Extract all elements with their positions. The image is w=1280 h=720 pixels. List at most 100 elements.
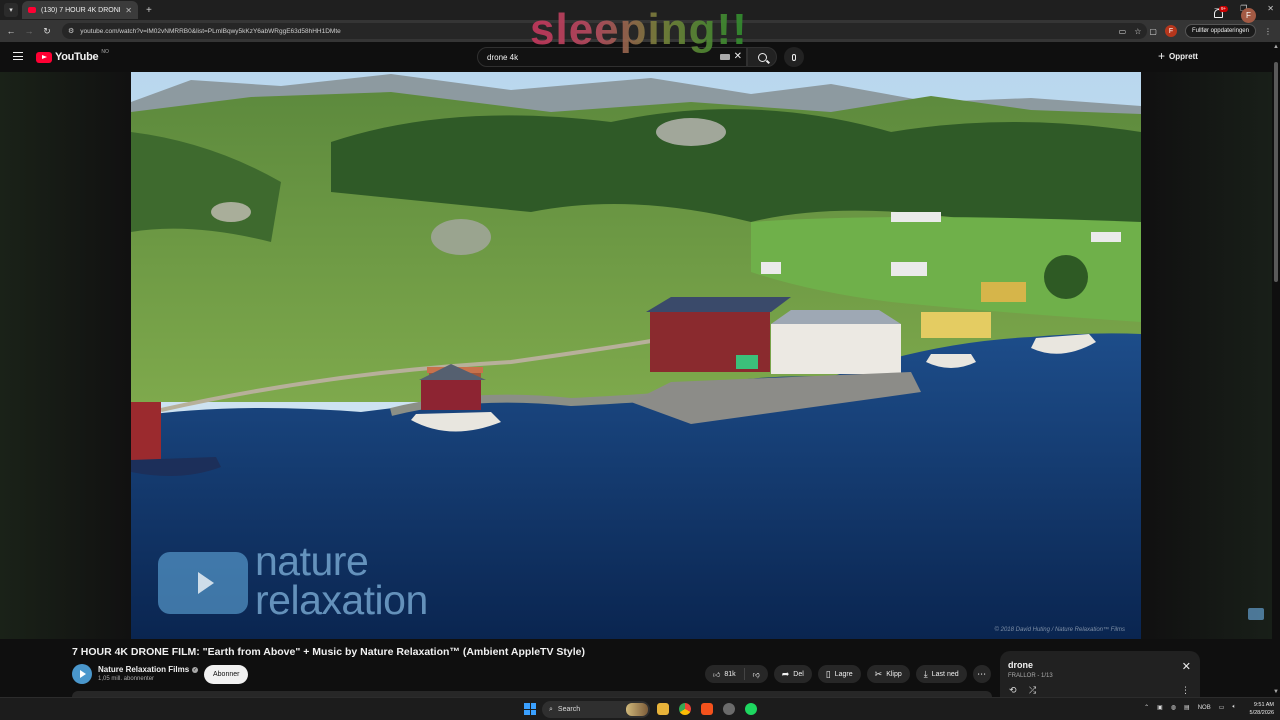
tab-title: (130) 7 HOUR 4K DRONE FILM — [41, 6, 120, 14]
save-button[interactable]: ▯ Lagre — [817, 665, 861, 683]
video-copyright: © 2018 David Huting / Nature Relaxation™… — [994, 627, 1125, 633]
download-icon: ⤓ — [923, 668, 928, 679]
watermark-line-2: relaxation — [255, 577, 428, 623]
tray-app-icon[interactable]: ▣ — [1157, 704, 1163, 711]
search-button[interactable] — [747, 47, 777, 67]
subscribe-button[interactable]: Abonner — [204, 665, 249, 684]
watermark-text: nature relaxation — [255, 538, 428, 623]
reload-icon[interactable]: ↻ — [38, 26, 56, 37]
share-label: Del — [793, 670, 804, 678]
tray-app-icon-3[interactable]: ▤ — [1184, 704, 1190, 711]
share-button[interactable]: ➦ Del — [773, 665, 812, 683]
video-player[interactable]: nature relaxation © 2018 David Huting / … — [131, 72, 1141, 639]
playlist-panel: drone FRALLOR - 1/13 ✕ ⟲ ⤮ ⋮ — [1000, 651, 1200, 697]
clip-button[interactable]: ✂ Klipp — [866, 665, 910, 683]
page-scrollbar[interactable]: ▲ ▼ — [1272, 42, 1280, 697]
youtube-logo-text: YouTube — [55, 51, 99, 63]
scrollbar-thumb[interactable] — [1274, 62, 1278, 282]
nature-relaxation-logo-icon — [158, 552, 248, 614]
bookmark-star-icon[interactable]: ☆ — [1134, 27, 1141, 36]
channel-name[interactable]: Nature Relaxation Films — [98, 665, 189, 674]
thumbs-down-icon: 👎︎ — [752, 671, 760, 679]
notification-count-badge: 9+ — [1219, 6, 1229, 12]
keyboard-icon[interactable] — [720, 54, 730, 60]
overlay-text: sleeping!! — [530, 5, 748, 54]
site-info-icon[interactable]: ⚙ — [68, 27, 74, 35]
more-actions-button[interactable]: ⋯ — [972, 665, 991, 683]
channel-avatar[interactable] — [72, 664, 92, 684]
youtube-logo[interactable]: YouTube NO — [36, 49, 109, 63]
scroll-up-icon[interactable]: ▲ — [1273, 44, 1279, 50]
account-avatar[interactable]: F — [1241, 8, 1256, 23]
browser-profile-icon[interactable]: F — [1164, 25, 1177, 37]
chrome-icon[interactable] — [679, 703, 691, 715]
brave-icon[interactable] — [701, 703, 713, 715]
loop-icon[interactable]: ⟲ — [1009, 685, 1017, 696]
voice-search-button[interactable] — [784, 47, 804, 67]
verified-check-icon: ✓ — [192, 666, 199, 673]
network-icon[interactable]: ▭ — [1219, 704, 1225, 711]
volume-icon[interactable]: 🔈︎ — [1232, 704, 1236, 711]
update-browser-button[interactable]: Fullfør oppdateringen — [1184, 24, 1256, 38]
create-button[interactable]: + Opprett — [1158, 49, 1198, 63]
channel-name-row[interactable]: Nature Relaxation Films ✓ — [98, 665, 199, 674]
search-query: drone 4k — [487, 52, 519, 62]
search-highlight-icon — [626, 703, 648, 716]
taskbar-search[interactable]: ⌕ Search — [542, 701, 650, 718]
create-label: Opprett — [1169, 51, 1198, 61]
windows-start-icon[interactable] — [524, 703, 536, 715]
watermark-line-1: nature — [255, 538, 369, 584]
file-explorer-icon[interactable] — [657, 703, 669, 715]
tray-overflow-icon[interactable]: ⌃ — [1144, 704, 1149, 711]
close-playlist-icon[interactable]: ✕ — [1182, 662, 1191, 673]
playlist-menu-icon[interactable]: ⋮ — [1181, 685, 1190, 696]
scissors-icon: ✂ — [874, 668, 883, 679]
share-icon: ➦ — [781, 668, 790, 679]
language-indicator[interactable]: NOB — [1198, 705, 1211, 711]
region-code: NO — [101, 49, 109, 55]
video-title: 7 HOUR 4K DRONE FILM: "Earth from Above"… — [72, 646, 585, 658]
save-label: Lagre — [834, 670, 853, 678]
taskbar-search-icon: ⌕ — [549, 705, 553, 713]
playlist-title[interactable]: drone — [1008, 660, 1033, 670]
url-text: youtube.com/watch?v=lM02vNMRRB0&list=PLm… — [80, 27, 341, 35]
like-count: 81k — [724, 670, 736, 678]
bookmark-icon: ▯ — [825, 668, 831, 679]
plus-icon: + — [1158, 49, 1166, 63]
taskbar-clock[interactable]: 9:51 AM 5/28/2026 — [1250, 701, 1274, 717]
app-icon[interactable] — [723, 703, 735, 715]
shuffle-icon[interactable]: ⤮ — [1029, 685, 1036, 696]
tray-app-icon-2[interactable]: ◍ — [1171, 704, 1176, 711]
menu-icon[interactable] — [13, 52, 23, 60]
windows-taskbar: ⌕ Search ⌃ ▣ ◍ ▤ NOB ▭ 🔈︎ 9:51 AM 5/28/2… — [0, 697, 1280, 720]
miniplayer-icon[interactable] — [1248, 608, 1264, 620]
more-horizontal-icon: ⋯ — [977, 668, 987, 679]
playlist-subtitle: FRALLOR - 1/13 — [1008, 673, 1053, 679]
download-button[interactable]: ⤓ Last ned — [915, 665, 967, 683]
video-actions: 👍︎ 81k 👎︎ ➦ Del ▯ Lagre ✂ Klipp ⤓ Last n… — [705, 665, 991, 683]
browser-tab-active[interactable]: (130) 7 HOUR 4K DRONE FILM ✕ — [22, 1, 138, 19]
dislike-button[interactable]: 👎︎ — [745, 665, 768, 683]
like-dislike-group: 👍︎ 81k 👎︎ — [705, 665, 768, 683]
clip-label: Klipp — [886, 670, 902, 678]
forward-icon[interactable]: → — [20, 26, 38, 36]
like-button[interactable]: 👍︎ 81k — [705, 665, 744, 683]
youtube-play-icon — [36, 51, 52, 63]
clock-date: 5/28/2026 — [1249, 710, 1274, 716]
cast-icon[interactable]: ▭ — [1119, 27, 1127, 36]
clock-time: 9:51 AM — [1253, 702, 1274, 708]
extensions-icon[interactable]: ▢ — [1149, 27, 1157, 36]
close-tab-icon[interactable]: ✕ — [125, 6, 132, 15]
scroll-down-icon[interactable]: ▼ — [1273, 689, 1279, 695]
back-icon[interactable]: ← — [2, 26, 20, 36]
taskbar-search-label: Search — [557, 706, 581, 713]
new-tab-icon[interactable]: + — [146, 5, 152, 16]
close-window-icon[interactable]: ✕ — [1267, 4, 1274, 13]
browser-menu-icon[interactable]: ⋮ — [1264, 27, 1272, 36]
thumbs-up-icon: 👍︎ — [713, 671, 721, 679]
tab-search-icon[interactable]: ▾ — [4, 3, 18, 17]
system-tray: ⌃ ▣ ◍ ▤ NOB ▭ 🔈︎ — [1144, 704, 1236, 711]
search-icon — [757, 52, 767, 62]
spotify-icon[interactable] — [745, 703, 757, 715]
download-label: Last ned — [931, 670, 959, 678]
